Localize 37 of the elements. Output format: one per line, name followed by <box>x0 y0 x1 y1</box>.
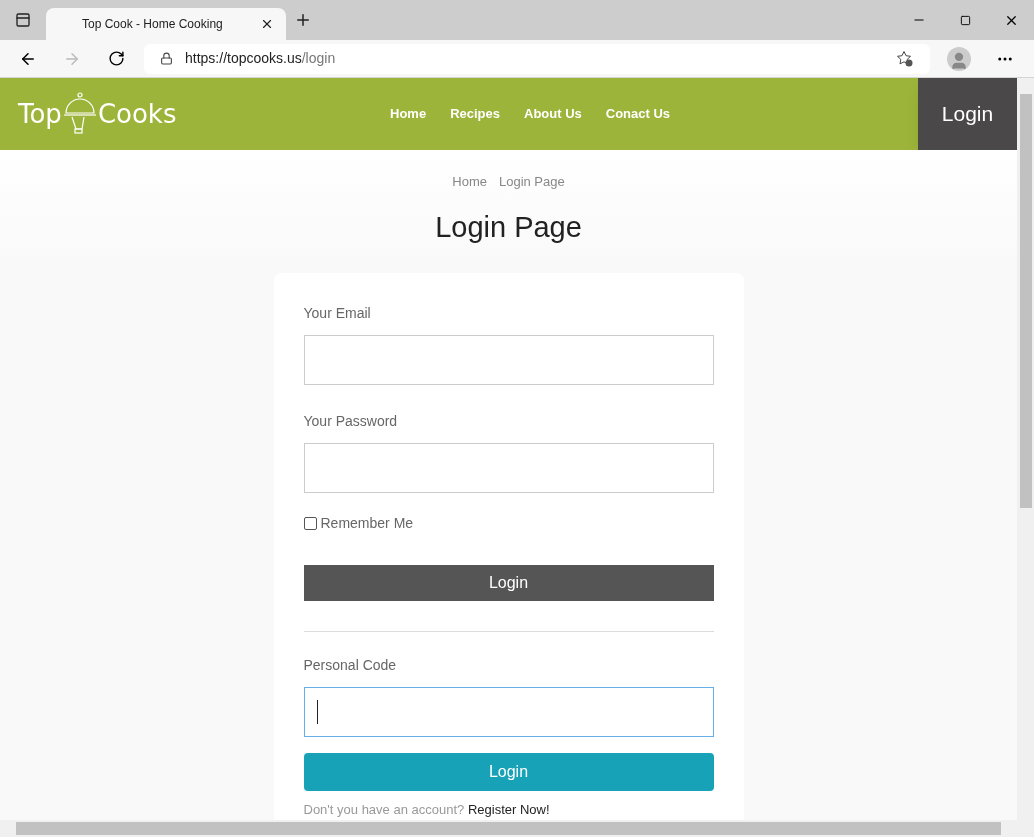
tab-actions-icon[interactable] <box>15 12 31 28</box>
personal-code-field[interactable] <box>303 687 714 737</box>
nav-link[interactable]: Home <box>390 104 427 124</box>
lock-icon <box>160 52 173 65</box>
profile-avatar[interactable] <box>947 46 971 71</box>
email-label: Your Email <box>303 304 372 323</box>
vertical-scrollbar[interactable] <box>1017 78 1034 837</box>
tab-title: Top Cook - Home Cooking <box>82 16 224 33</box>
logo-text: Cooks <box>97 97 177 131</box>
maximize-icon[interactable] <box>959 14 971 26</box>
password-label: Your Password <box>303 412 399 431</box>
new-tab-icon[interactable] <box>294 11 312 29</box>
code-login-button[interactable]: Login <box>303 753 714 791</box>
email-field[interactable] <box>303 335 714 385</box>
reload-icon[interactable] <box>107 50 125 67</box>
register-link[interactable]: Register Now! <box>467 802 550 817</box>
favorite-add-icon[interactable] <box>896 49 914 68</box>
personal-code-label: Personal Code <box>303 656 398 675</box>
url-text: https://topcooks.us/login <box>185 49 337 68</box>
nav-link[interactable]: About Us <box>524 104 582 124</box>
login-submit-button[interactable]: Login <box>303 565 714 601</box>
address-field[interactable]: https://topcooks.us/login <box>144 43 930 74</box>
logo-text: Top <box>18 97 62 131</box>
nav-link[interactable]: Conact Us <box>605 104 671 124</box>
password-field[interactable] <box>303 443 714 493</box>
browser-tab[interactable]: Top Cook - Home Cooking <box>46 8 286 40</box>
nav-link[interactable]: Recipes <box>450 104 500 124</box>
breadcrumb-item[interactable]: Home <box>452 172 487 192</box>
cloche-logo-icon <box>61 91 98 137</box>
remember-label: Remember Me <box>320 514 414 533</box>
close-icon[interactable] <box>260 17 274 31</box>
footer-text: Don't you have an account? <box>303 802 465 817</box>
breadcrumb-item: Login Page <box>498 173 565 191</box>
remember-checkbox[interactable] <box>303 517 317 530</box>
page-title: Login Page <box>435 209 582 245</box>
login-button[interactable]: Login <box>918 78 1017 150</box>
horizontal-scrollbar[interactable] <box>0 820 1017 837</box>
